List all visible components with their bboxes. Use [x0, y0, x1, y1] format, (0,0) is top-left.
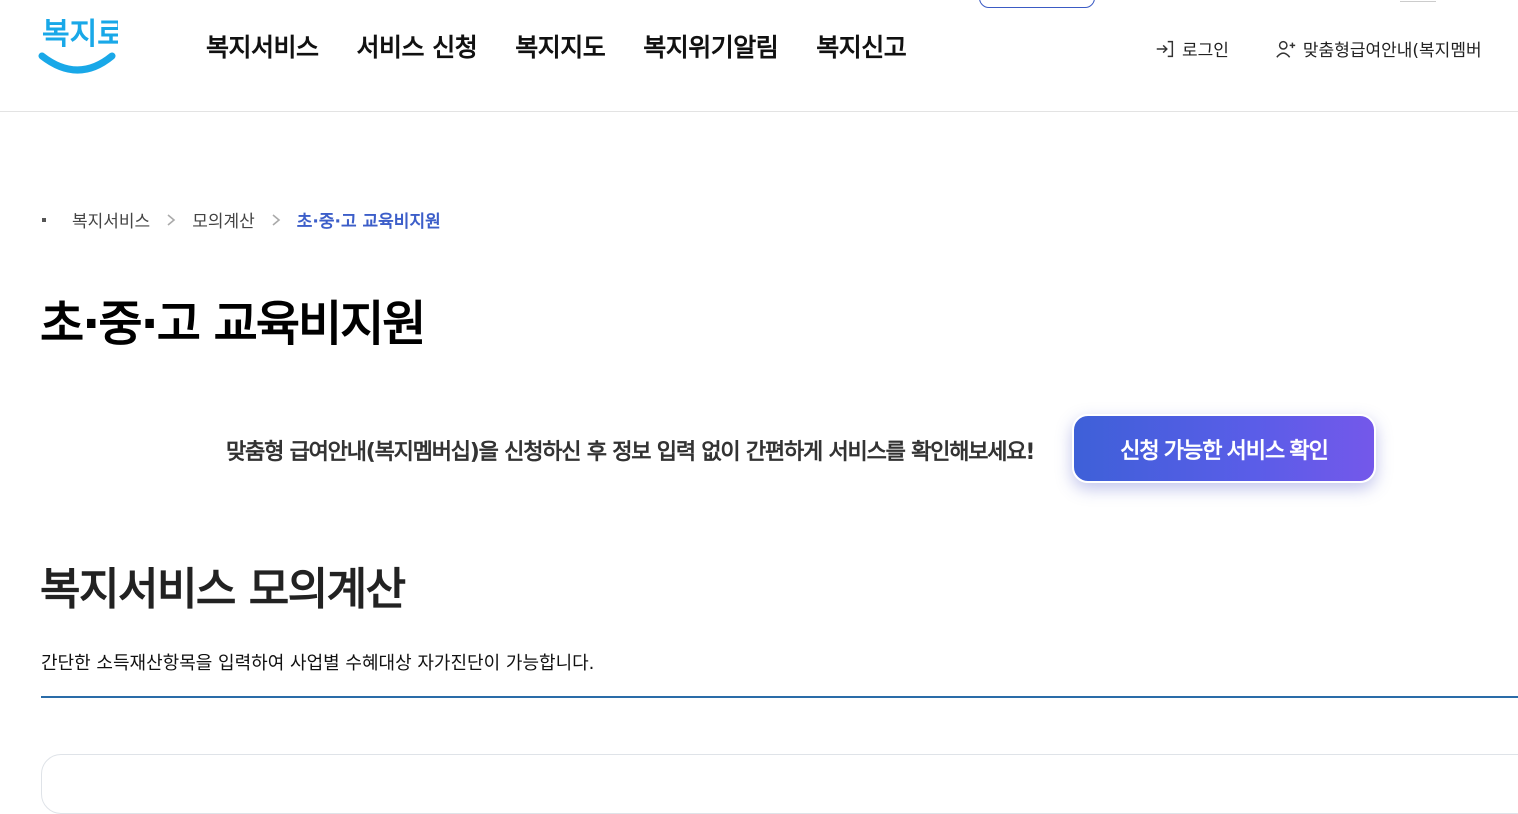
check-available-services-button[interactable]: 신청 가능한 서비스 확인 [1072, 414, 1376, 483]
gnb-item-welfare-report[interactable]: 복지신고 [816, 28, 907, 64]
page-title: 초·중·고 교육비지원 [40, 296, 426, 352]
site-header: 복지로 복지서비스 서비스 신청 복지지도 복지위기알림 복지신고 로그인 맞춤… [0, 0, 1518, 112]
breadcrumb-item[interactable]: 모의계산 [192, 207, 255, 232]
login-label: 로그인 [1182, 41, 1229, 61]
breadcrumb-current: 초·중·고 교육비지원 [296, 212, 441, 232]
user-plus-icon [1276, 40, 1296, 58]
section-description: 간단한 소득재산항목을 입력하여 사업별 수혜대상 자가진단이 가능합니다. [41, 653, 595, 674]
breadcrumb-item[interactable]: 복지서비스 [72, 207, 150, 232]
site-logo[interactable]: 복지로 [38, 10, 125, 80]
login-icon [1156, 40, 1174, 57]
logo-text: 복지로 [42, 17, 118, 52]
top-pill-button[interactable] [979, 0, 1095, 8]
top-divider [1400, 0, 1436, 2]
logo-icon: 복지로 [38, 17, 125, 74]
membership-label: 맞춤형급여안내(복지멤버 [1302, 41, 1482, 61]
chevron-right-icon [271, 213, 281, 227]
gnb-item-welfare-service[interactable]: 복지서비스 [206, 28, 319, 64]
breadcrumb-home-dot [42, 217, 46, 222]
breadcrumb: 복지서비스 모의계산 초·중·고 교육비지원 [42, 207, 441, 232]
gnb-item-crisis-alert[interactable]: 복지위기알림 [643, 28, 779, 64]
global-nav: 복지서비스 서비스 신청 복지지도 복지위기알림 복지신고 [206, 28, 907, 64]
login-link[interactable]: 로그인 [1154, 36, 1229, 61]
chevron-right-icon [166, 213, 176, 227]
gnb-item-service-apply[interactable]: 서비스 신청 [357, 28, 478, 64]
section-divider [41, 696, 1518, 698]
section-title: 복지서비스 모의계산 [40, 564, 406, 615]
gnb-item-welfare-map[interactable]: 복지지도 [515, 28, 606, 64]
membership-link[interactable]: 맞춤형급여안내(복지멤버 [1275, 36, 1482, 61]
utility-menu: 로그인 맞춤형급여안내(복지멤버 [1154, 36, 1482, 61]
calculator-card [41, 754, 1518, 814]
membership-promo-text: 맞춤형 급여안내(복지멤버십)을 신청하신 후 정보 입력 없이 간편하게 서비… [226, 440, 1035, 465]
